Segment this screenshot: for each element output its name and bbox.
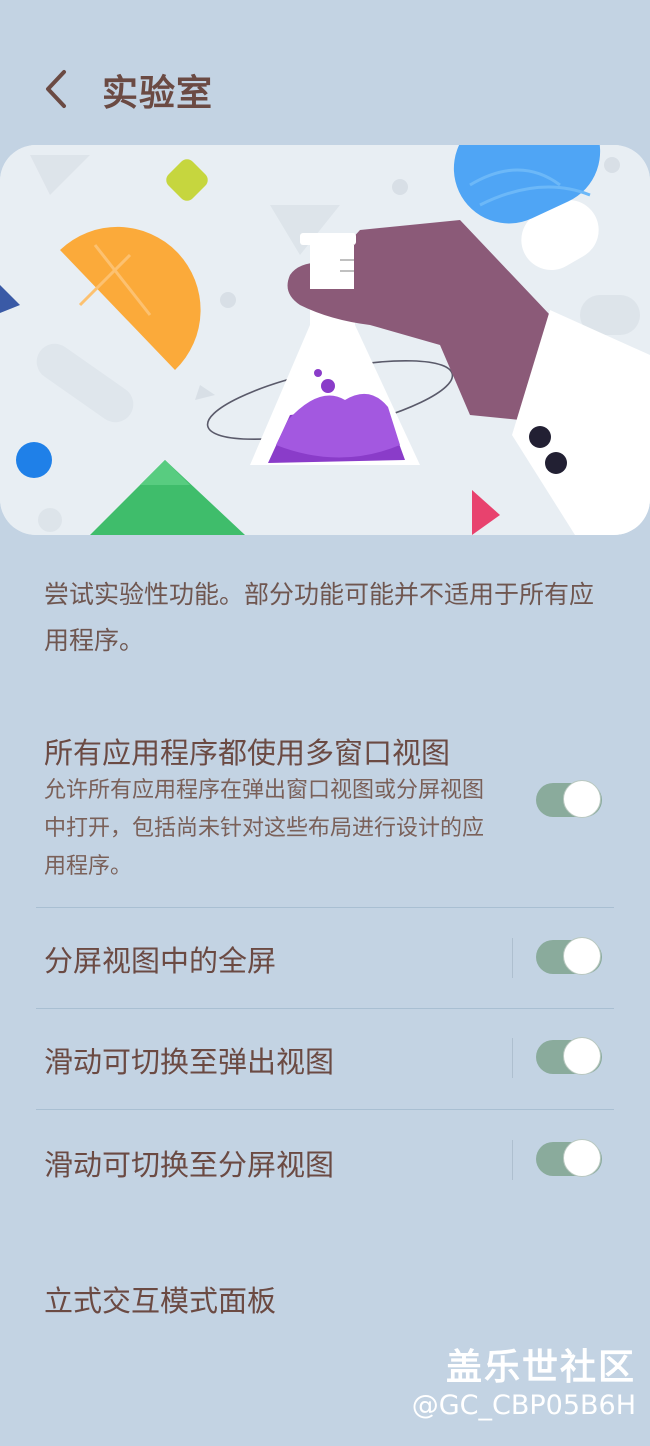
setting-title: 所有应用程序都使用多窗口视图: [44, 736, 451, 770]
chevron-left-icon: [46, 70, 66, 108]
swipe-split-toggle[interactable]: [536, 1139, 602, 1177]
setting-subtitle: 允许所有应用程序在弹出窗口视图或分屏视图中打开，包括尚未针对这些布局进行设计的应…: [44, 778, 485, 879]
setting-title: 滑动可切换至分屏视图: [44, 1148, 335, 1182]
intro-text: 尝试实验性功能。部分功能可能并不适用于所有应用程序。: [44, 580, 595, 655]
toggle-knob: [563, 937, 601, 975]
setting-split-fullscreen[interactable]: 分屏视图中的全屏: [36, 908, 614, 1008]
split-fullscreen-toggle[interactable]: [536, 937, 602, 975]
setting-title: 滑动可切换至弹出视图: [44, 1045, 335, 1079]
page-title: 实验室: [102, 73, 214, 114]
separator: [512, 938, 513, 978]
setting-title: 立式交互模式面板: [44, 1284, 277, 1318]
setting-title: 分屏视图中的全屏: [44, 944, 277, 978]
separator: [512, 1140, 513, 1180]
toggle-knob: [563, 1037, 601, 1075]
toggle-knob: [563, 780, 601, 818]
labs-illustration: [0, 145, 650, 535]
toggle-knob: [563, 1139, 601, 1177]
setting-swipe-split[interactable]: 滑动可切换至分屏视图: [36, 1110, 614, 1210]
app-bar: 实验室: [0, 0, 650, 140]
community-watermark: 盖乐世社区: [445, 1347, 636, 1388]
back-button[interactable]: [38, 66, 78, 112]
swipe-popup-toggle[interactable]: [536, 1037, 602, 1075]
setting-swipe-popup[interactable]: 滑动可切换至弹出视图: [36, 1009, 614, 1109]
separator: [512, 1038, 513, 1078]
setting-flex-mode-panel[interactable]: 立式交互模式面板: [36, 1262, 614, 1342]
multi-window-toggle[interactable]: [536, 780, 602, 818]
setting-multi-window-all-apps[interactable]: 所有应用程序都使用多窗口视图 允许所有应用程序在弹出窗口视图或分屏视图中打开，包…: [36, 722, 614, 902]
user-watermark: @GC_CBP05B6H: [411, 1390, 636, 1421]
